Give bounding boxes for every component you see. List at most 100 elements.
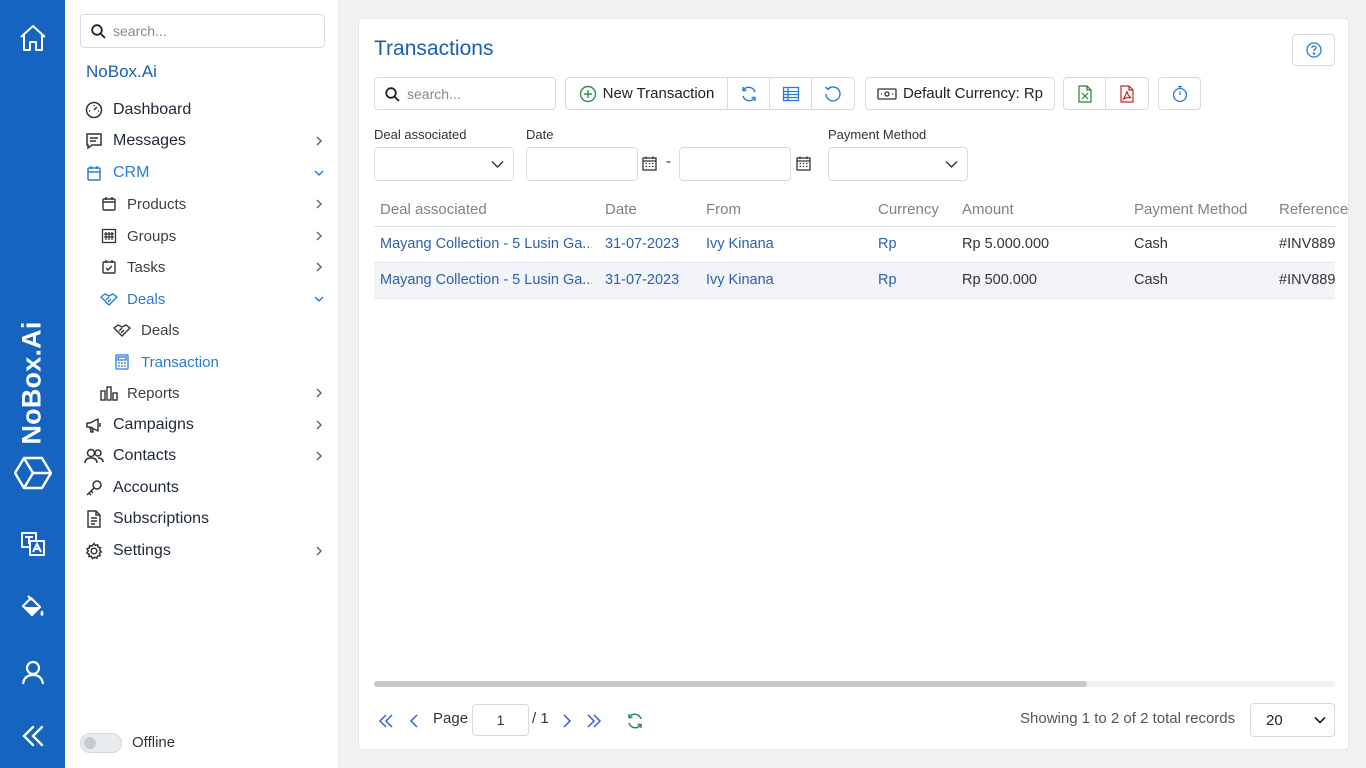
sidebar-item-label: Subscriptions — [113, 510, 210, 527]
sidebar-item-label: Tasks — [127, 258, 166, 276]
table-view-button[interactable] — [770, 78, 812, 109]
default-currency-button[interactable]: Default Currency: Rp — [865, 77, 1055, 110]
column-header-deal[interactable]: Deal associated — [380, 201, 487, 218]
user-icon[interactable] — [16, 655, 50, 689]
transaction-search[interactable] — [374, 77, 556, 110]
page-title: Transactions — [374, 37, 494, 60]
column-header-date[interactable]: Date — [605, 201, 637, 218]
cell-currency: Rp — [878, 272, 897, 288]
new-transaction-button[interactable]: New Transaction — [566, 78, 728, 109]
undo-icon — [825, 85, 841, 102]
sidebar-item-deals-group[interactable]: Deals — [65, 285, 339, 313]
sidebar-item-crm[interactable]: CRM — [65, 159, 339, 187]
calendar-icon[interactable] — [796, 156, 811, 171]
chevron-right-icon — [316, 420, 323, 430]
sidebar-item-contacts[interactable]: Contacts — [65, 442, 339, 470]
sidebar-item-label: Reports — [127, 384, 180, 402]
table-row[interactable]: Mayang Collection - 5 Lusin Ga... 31-07-… — [374, 227, 1335, 263]
chevron-right-icon — [316, 231, 323, 241]
help-button[interactable] — [1292, 34, 1335, 66]
translate-icon[interactable] — [16, 527, 50, 561]
cell-payment: Cash — [1134, 272, 1168, 288]
products-icon — [99, 194, 119, 214]
sidebar-search-input[interactable] — [113, 21, 313, 41]
chevron-right-icon — [316, 451, 323, 461]
refresh-icon[interactable] — [625, 711, 645, 731]
sidebar-item-label: Transaction — [141, 353, 219, 371]
cell-deal[interactable]: Mayang Collection - 5 Lusin Ga... — [380, 272, 592, 288]
last-page-icon[interactable] — [584, 711, 604, 731]
table-row[interactable]: Mayang Collection - 5 Lusin Ga... 31-07-… — [374, 263, 1335, 299]
export-excel-button[interactable] — [1064, 78, 1106, 109]
timer-button[interactable] — [1158, 77, 1201, 110]
first-page-icon[interactable] — [376, 711, 396, 731]
sidebar-item-settings[interactable]: Settings — [65, 537, 339, 565]
sidebar-item-subscriptions[interactable]: Subscriptions — [65, 505, 339, 533]
payment-filter-select[interactable] — [828, 147, 968, 181]
sidebar-item-label: Campaigns — [113, 416, 194, 433]
paint-bucket-icon[interactable] — [16, 590, 50, 624]
column-header-amount[interactable]: Amount — [962, 201, 1014, 218]
deal-filter-select[interactable] — [374, 147, 514, 181]
sidebar-item-label: Dashboard — [113, 101, 192, 118]
sidebar-item-transaction[interactable]: Transaction — [65, 348, 339, 376]
sidebar-item-deals[interactable]: Deals — [65, 316, 339, 344]
chevron-right-icon — [316, 199, 323, 209]
sidebar-item-groups[interactable]: Groups — [65, 222, 339, 250]
search-icon — [91, 24, 106, 39]
offline-label: Offline — [132, 734, 176, 751]
cell-date: 31-07-2023 — [605, 236, 680, 252]
prev-page-icon[interactable] — [404, 711, 424, 731]
megaphone-icon — [84, 415, 104, 435]
horizontal-scrollbar[interactable] — [374, 681, 1335, 687]
calendar-icon[interactable] — [642, 156, 657, 171]
cell-reference: #INV889 — [1279, 236, 1335, 252]
date-to-input[interactable] — [679, 147, 791, 181]
sidebar-item-reports[interactable]: Reports — [65, 379, 339, 407]
sidebar-item-tasks[interactable]: Tasks — [65, 253, 339, 281]
sidebar-item-products[interactable]: Products — [65, 190, 339, 218]
sidebar-item-label: Deals — [127, 290, 166, 308]
sidebar-item-accounts[interactable]: Accounts — [65, 474, 339, 502]
timer-cell[interactable] — [1159, 78, 1200, 109]
column-header-from[interactable]: From — [706, 201, 741, 218]
table-icon — [782, 86, 799, 101]
chevron-down-icon — [1314, 716, 1326, 724]
brand-vertical: NoBox.Ai — [16, 321, 47, 445]
handshake-icon — [112, 320, 132, 340]
page-number-input[interactable] — [472, 704, 529, 736]
sidebar-item-campaigns[interactable]: Campaigns — [65, 411, 339, 439]
sidebar-item-dashboard[interactable]: Dashboard — [65, 96, 339, 124]
sync-button[interactable] — [728, 78, 770, 109]
document-icon — [84, 509, 104, 529]
sidebar-item-label: CRM — [113, 164, 150, 181]
calculator-icon — [112, 352, 132, 372]
total-pages: / 1 — [532, 710, 549, 727]
home-icon[interactable] — [16, 21, 50, 55]
column-header-payment[interactable]: Payment Method — [1134, 201, 1247, 218]
cell-amount: Rp 500.000 — [962, 272, 1037, 288]
sidebar-item-messages[interactable]: Messages — [65, 127, 339, 155]
date-from-input[interactable] — [526, 147, 638, 181]
next-page-icon[interactable] — [557, 711, 577, 731]
column-header-currency[interactable]: Currency — [878, 201, 939, 218]
cell-from[interactable]: Ivy Kinana — [706, 272, 774, 288]
cell-payment: Cash — [1134, 236, 1168, 252]
column-header-reference[interactable]: Reference — [1279, 201, 1348, 218]
transaction-search-input[interactable] — [407, 84, 547, 104]
reset-button[interactable] — [812, 78, 854, 109]
key-icon — [84, 478, 104, 498]
scrollbar-thumb[interactable] — [374, 681, 1087, 687]
chevron-down-icon — [314, 296, 324, 303]
cell-reference: #INV889 — [1279, 272, 1335, 288]
sidebar-search[interactable] — [80, 14, 325, 48]
per-page-select[interactable]: 20 — [1250, 703, 1335, 737]
collapse-icon[interactable] — [16, 719, 50, 753]
offline-toggle[interactable] — [80, 733, 122, 753]
cell-from[interactable]: Ivy Kinana — [706, 236, 774, 252]
pdf-icon — [1120, 84, 1134, 103]
default-currency-cell[interactable]: Default Currency: Rp — [866, 78, 1054, 109]
export-pdf-button[interactable] — [1106, 78, 1148, 109]
cell-deal[interactable]: Mayang Collection - 5 Lusin Ga... — [380, 236, 592, 252]
search-icon — [385, 87, 400, 102]
